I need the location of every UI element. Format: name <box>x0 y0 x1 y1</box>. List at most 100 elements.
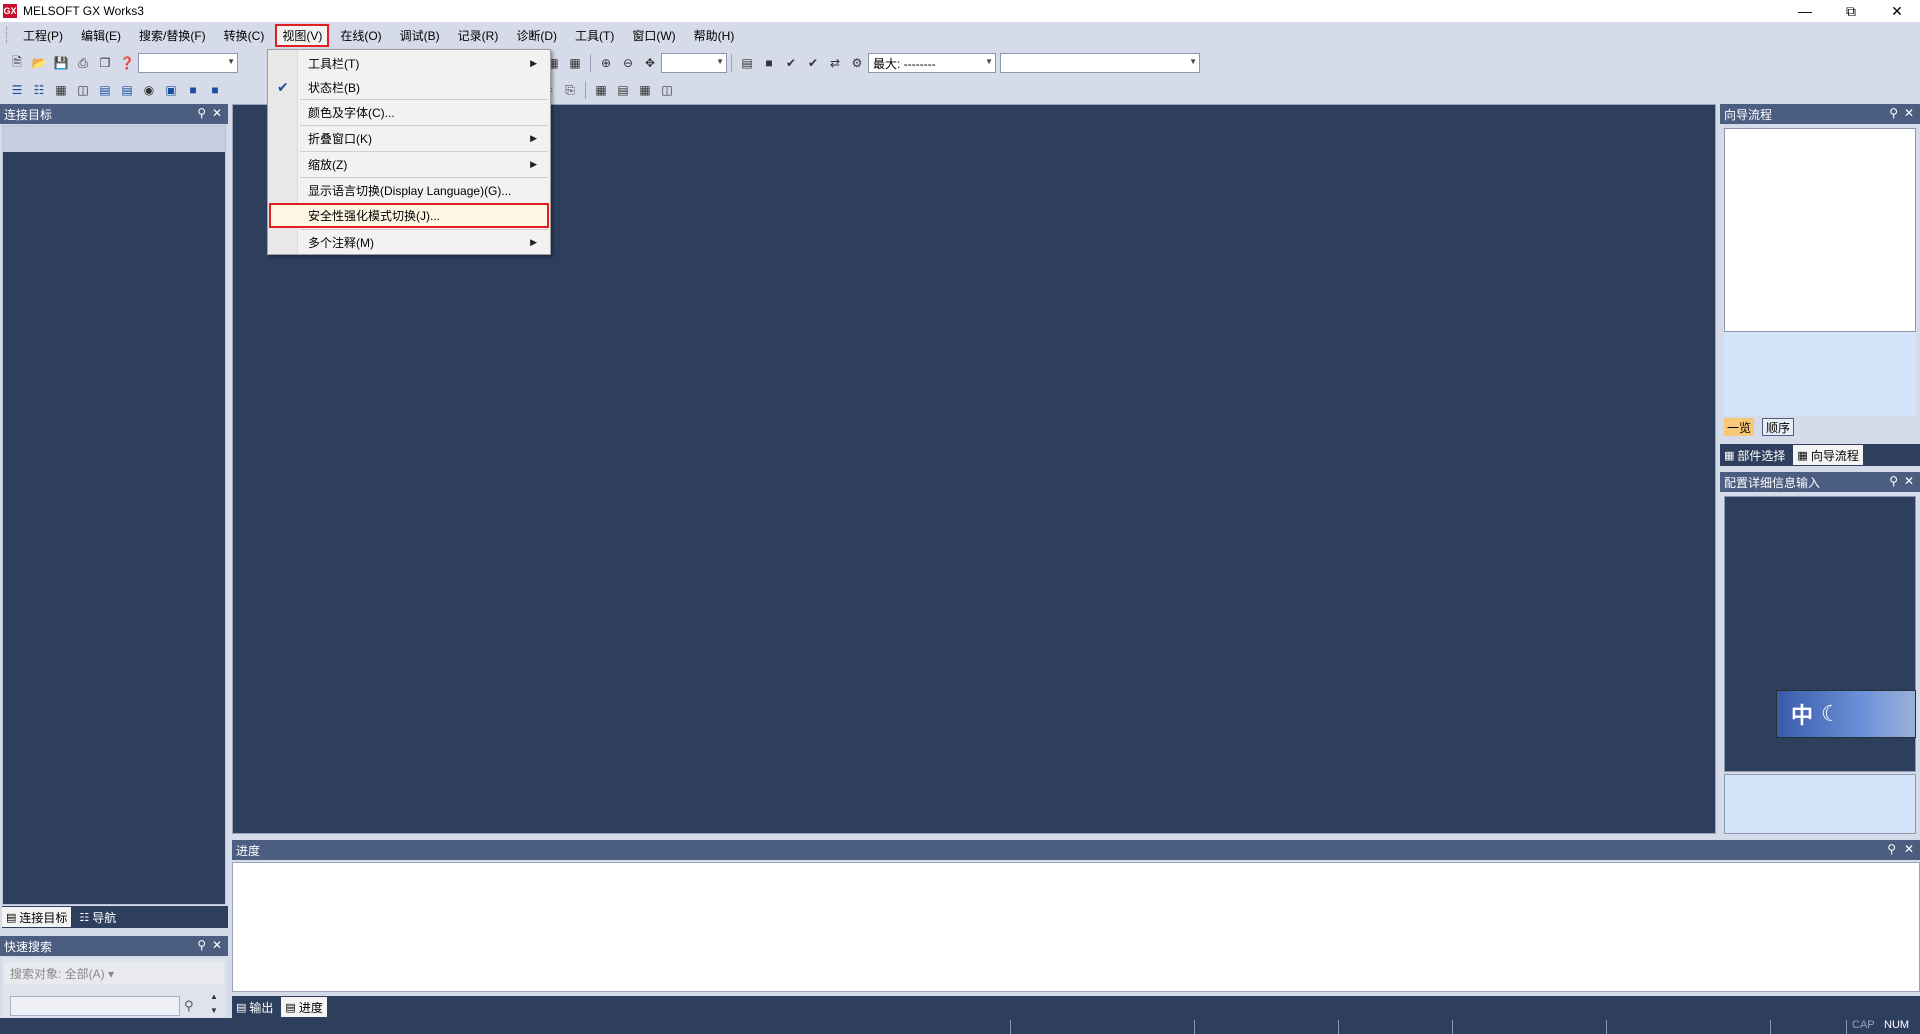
stop-icon[interactable]: ■ <box>760 54 778 72</box>
menu-edit[interactable]: 编辑(E) <box>74 24 128 47</box>
ladder-find4-icon[interactable]: ▦ <box>566 54 584 72</box>
scroll-up-icon[interactable]: ▲ <box>210 992 218 1001</box>
menu-help[interactable]: 帮助(H) <box>687 24 742 47</box>
search-icon[interactable]: ⚲ <box>184 998 194 1014</box>
dev-icon[interactable]: ■ <box>206 81 224 99</box>
scroll-down-icon[interactable]: ▼ <box>210 1006 218 1015</box>
submenu-arrow-icon: ▶ <box>530 236 537 247</box>
menu-debug[interactable]: 调试(B) <box>393 24 447 47</box>
menu-tool[interactable]: 工具(T) <box>568 24 621 47</box>
close-panel-icon[interactable]: ✕ <box>1904 842 1914 856</box>
binoculars-icon[interactable]: ◉ <box>140 81 158 99</box>
menu-item-statusbar[interactable]: ✔ 状态栏(B) <box>269 75 549 99</box>
menu-online[interactable]: 在线(O) <box>333 24 388 47</box>
wizard-flow-canvas[interactable] <box>1724 128 1916 332</box>
pin-icon[interactable]: ⚲ <box>197 938 206 952</box>
device-icon[interactable]: ▣ <box>162 81 180 99</box>
parameter-icon[interactable]: ▦ <box>52 81 70 99</box>
ime-mode-label: 中 <box>1791 703 1814 728</box>
check-all-icon[interactable]: ✔ <box>804 54 822 72</box>
arrange-icon[interactable]: ◫ <box>658 81 676 99</box>
menu-project[interactable]: 工程(P) <box>16 24 70 47</box>
right-panel-tabs: ▦ 部件选择 ▦ 向导流程 <box>1720 444 1920 466</box>
table-icon[interactable]: ▦ <box>636 81 654 99</box>
subtab-overview[interactable]: 一览 <box>1724 418 1755 436</box>
menu-item-multiple-comments[interactable]: 多个注释(M) ▶ <box>269 230 549 254</box>
search-target-select[interactable]: 搜索对象: 全部(A) ▾ <box>4 962 224 984</box>
pin-icon[interactable]: ⚲ <box>1889 106 1898 120</box>
menu-item-security-mode[interactable]: 安全性强化模式切换(J)... <box>269 203 549 228</box>
station-combo[interactable]: ▼ <box>1000 53 1200 73</box>
menu-item-toolbar[interactable]: 工具栏(T) ▶ <box>269 51 549 75</box>
tab-parts-selection[interactable]: ▦ 部件选择 <box>1720 445 1789 465</box>
help-icon[interactable]: ❓ <box>118 54 136 72</box>
status-separator <box>1846 1020 1847 1034</box>
toolbar-combo-1[interactable]: ▼ <box>138 53 238 73</box>
pin-icon[interactable]: ⚲ <box>197 106 206 120</box>
status-separator <box>1606 1020 1607 1034</box>
save-icon[interactable]: 💾 <box>52 54 70 72</box>
connection-icon: ▤ <box>6 911 17 924</box>
window-layout-icon[interactable]: ▤ <box>96 81 114 99</box>
open-folder-icon[interactable]: 📂 <box>30 54 48 72</box>
pin-icon[interactable]: ⚲ <box>1887 842 1896 856</box>
quick-search-input[interactable] <box>10 996 180 1016</box>
menu-item-zoom[interactable]: 缩放(Z) ▶ <box>269 152 549 176</box>
zoom-combo[interactable]: ▼ <box>661 53 727 73</box>
max-combo[interactable]: 最大: -------- ▼ <box>868 53 996 73</box>
tab-wizard-flow[interactable]: ▦ 向导流程 <box>1793 445 1863 465</box>
tab-connection-target[interactable]: ▤ 连接目标 <box>2 907 72 927</box>
film-icon[interactable]: ◫ <box>74 81 92 99</box>
network-icon[interactable]: ■ <box>184 81 202 99</box>
close-panel-icon[interactable]: ✕ <box>212 106 222 120</box>
close-panel-icon[interactable]: ✕ <box>1904 106 1914 120</box>
zoom-in-icon[interactable]: ⊕ <box>597 54 615 72</box>
menu-diagnostics[interactable]: 诊断(D) <box>509 24 564 47</box>
menu-item-toolbar-label: 工具栏(T) <box>308 56 360 71</box>
menubar-grip <box>6 27 10 43</box>
print-icon[interactable]: ⎙ <box>74 54 92 72</box>
menu-find-replace[interactable]: 搜索/替换(F) <box>132 24 213 47</box>
copy-icon[interactable]: ❐ <box>96 54 114 72</box>
check-circle-icon[interactable]: ✔ <box>782 54 800 72</box>
fit-icon[interactable]: ✥ <box>641 54 659 72</box>
connection-target-panel[interactable] <box>2 125 226 905</box>
monitor-icon[interactable]: ▤ <box>738 54 756 72</box>
grid-icon[interactable]: ▦ <box>592 81 610 99</box>
pin-icon[interactable]: ⚲ <box>1889 474 1898 488</box>
ime-language-widget[interactable]: 中 ☾ <box>1776 690 1916 738</box>
tab-parts-selection-label: 部件选择 <box>1737 448 1786 463</box>
transfer-icon[interactable]: ⇄ <box>826 54 844 72</box>
wizard-flow-icon: ▦ <box>1797 449 1808 462</box>
close-button[interactable]: ✕ <box>1874 0 1920 22</box>
config-details-header: 配置详细信息输入 ⚲ ✕ <box>1720 472 1920 492</box>
close-panel-icon[interactable]: ✕ <box>1904 474 1914 488</box>
tab-navigation[interactable]: ☷ 导航 <box>75 907 120 927</box>
paste-icon[interactable]: ⎘ <box>561 81 579 99</box>
new-file-icon[interactable]: 🗎 <box>8 54 26 72</box>
progress-panel[interactable] <box>232 862 1920 992</box>
restore-button[interactable]: ⧉ <box>1828 0 1874 22</box>
submenu-arrow-icon: ▶ <box>530 132 537 143</box>
menu-record[interactable]: 记录(R) <box>451 24 506 47</box>
settings-icon[interactable]: ⚙ <box>848 54 866 72</box>
zoom-out-icon[interactable]: ⊖ <box>619 54 637 72</box>
menu-item-display-language[interactable]: 显示语言切换(Display Language)(G)... <box>269 178 549 202</box>
status-separator <box>1194 1020 1195 1034</box>
tab-progress[interactable]: ▤ 进度 <box>281 997 327 1017</box>
menu-view[interactable]: 视图(V) <box>275 23 330 47</box>
tab-output[interactable]: ▤ 输出 <box>232 997 277 1017</box>
menu-item-dock-window[interactable]: 折叠窗口(K) ▶ <box>269 126 549 150</box>
menu-convert[interactable]: 转换(C) <box>217 24 272 47</box>
menu-window[interactable]: 窗口(W) <box>625 24 682 47</box>
window-layout2-icon[interactable]: ▤ <box>118 81 136 99</box>
list-icon[interactable]: ▤ <box>614 81 632 99</box>
minimize-button[interactable]: — <box>1782 0 1828 22</box>
subtab-sequence[interactable]: 顺序 <box>1762 418 1795 436</box>
connection-target-selected-row[interactable] <box>3 126 225 152</box>
menu-item-color-font[interactable]: 颜色及字体(C)... <box>269 100 549 124</box>
project-tree-icon[interactable]: ☰ <box>8 81 26 99</box>
close-panel-icon[interactable]: ✕ <box>212 938 222 952</box>
progress-header: 进度 ⚲ ✕ <box>232 840 1920 860</box>
module-icon[interactable]: ☷ <box>30 81 48 99</box>
